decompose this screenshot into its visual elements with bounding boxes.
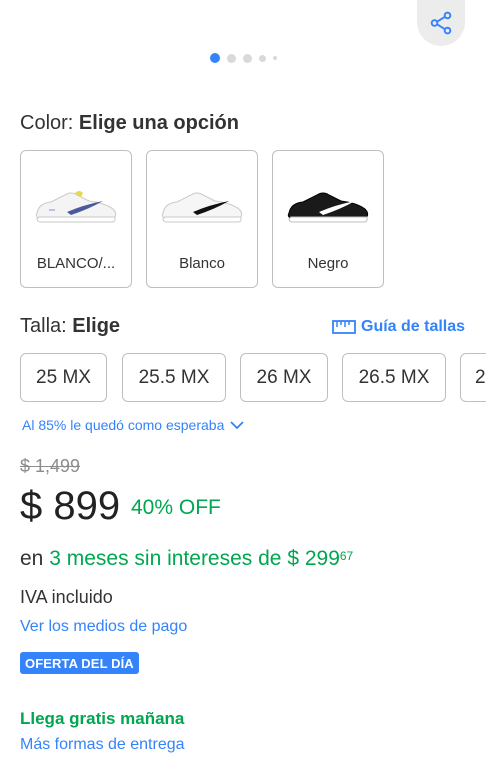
share-icon <box>430 11 452 35</box>
white-sneaker-blue-swoosh-image <box>35 191 117 223</box>
original-price: $ 1,499 <box>20 456 81 476</box>
color-option-blanco[interactable]: Blanco <box>146 150 258 288</box>
discount-label: 40% OFF <box>131 496 221 519</box>
free-shipping-headline: Llega gratis mañana <box>20 709 185 728</box>
current-price: $ 899 <box>20 484 121 528</box>
size-selector-value: Elige <box>72 315 121 337</box>
color-option-name: BLANCO/... <box>36 255 116 272</box>
deal-of-the-day-badge: OFERTA DEL DÍA <box>20 652 139 674</box>
more-delivery-options-link[interactable]: Más formas de entrega <box>20 736 185 754</box>
payment-methods-link[interactable]: Ver los medios de pago <box>20 618 187 636</box>
color-option-name: Negro <box>307 255 349 272</box>
installments-cents: 67 <box>339 549 354 563</box>
installments-info: en 3 meses sin intereses de $ 29967 <box>20 547 354 570</box>
pagination-dot[interactable] <box>272 56 277 60</box>
size-option-partial[interactable]: 2 <box>460 353 486 402</box>
color-option-name: Blanco <box>179 255 225 272</box>
chevron-down-icon <box>230 420 244 429</box>
pagination-dot[interactable] <box>242 53 252 63</box>
gallery-pagination <box>0 53 486 63</box>
size-guide-link[interactable]: Guía de tallas <box>332 318 465 336</box>
color-option-negro[interactable]: Negro <box>272 150 384 288</box>
share-button[interactable] <box>417 0 465 46</box>
white-sneaker-black-swoosh-image <box>161 192 243 223</box>
size-option-25[interactable]: 25 MX <box>20 353 107 402</box>
ruler-icon <box>332 320 356 334</box>
size-option-26[interactable]: 26 MX <box>240 353 328 402</box>
size-selector-label: Talla: Elige <box>20 315 121 337</box>
fit-feedback-link[interactable]: Al 85% le quedó como esperaba <box>22 417 244 433</box>
pagination-dot-active[interactable] <box>209 53 220 63</box>
pagination-dot[interactable] <box>226 53 236 63</box>
installments-detail: 3 meses sin intereses de $ 29967 <box>49 547 354 570</box>
pagination-dot[interactable] <box>258 54 266 62</box>
black-sneaker-white-swoosh-image <box>287 192 369 223</box>
color-selector-label: Color: Elige una opción <box>20 112 239 134</box>
tax-note: IVA incluido <box>20 587 113 607</box>
size-option-25-5[interactable]: 25.5 MX <box>122 353 226 402</box>
size-option-26-5[interactable]: 26.5 MX <box>342 353 446 402</box>
color-option-blanco-azul[interactable]: BLANCO/... <box>20 150 132 288</box>
color-selector-value: Elige una opción <box>78 112 239 134</box>
